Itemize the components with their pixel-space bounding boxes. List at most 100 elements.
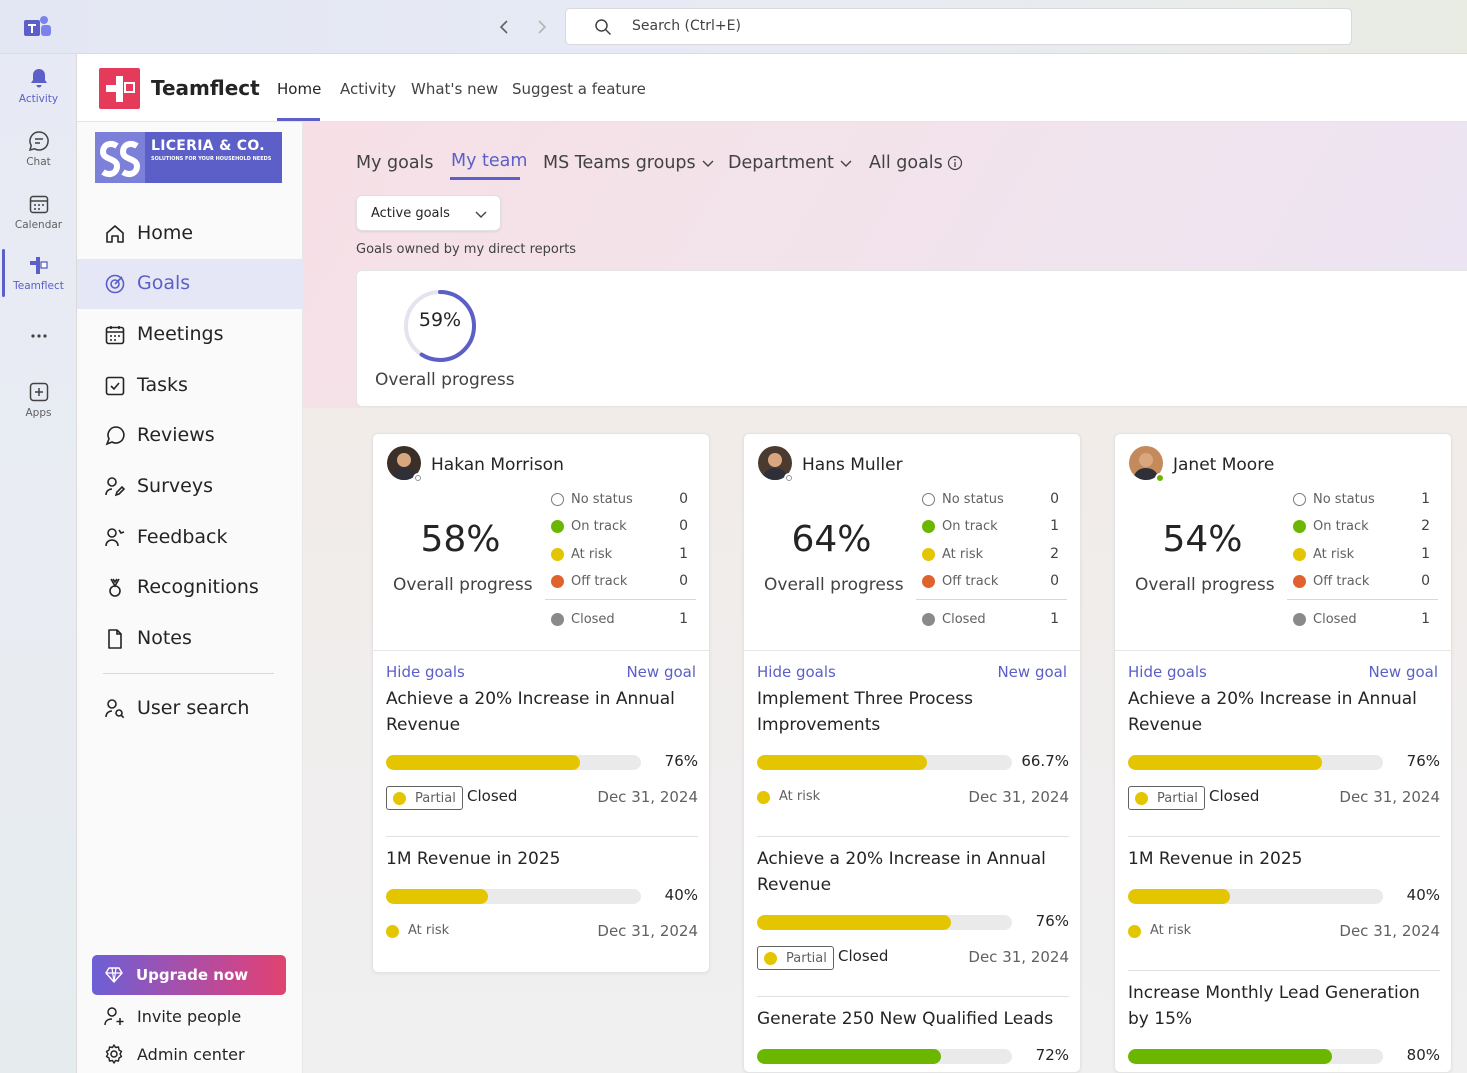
goal-item[interactable]: Achieve a 20% Increase in Annual Revenue…	[757, 846, 1069, 970]
comment-icon	[105, 426, 125, 446]
sidebar-item-home[interactable]: Home	[77, 209, 303, 259]
closed-label: Closed	[467, 787, 518, 805]
status-count: 1	[679, 611, 688, 627]
rail-item-teamflect[interactable]: Teamflect	[0, 245, 77, 305]
overall-progress-card: 59% Overall progress	[356, 270, 1467, 407]
goal-progress-value: 72%	[1035, 1046, 1069, 1064]
tab-whats-new[interactable]: What's new	[411, 80, 498, 98]
status-dot-icon	[764, 952, 777, 965]
presence-status-icon	[784, 473, 794, 483]
sidebar-item-notes[interactable]: Notes	[77, 614, 303, 664]
status-label: Closed	[571, 612, 615, 627]
sidebar-item-meetings[interactable]: Meetings	[77, 310, 303, 360]
tab-all-goals[interactable]: All goals	[869, 153, 963, 173]
status-count-row: Off track 0	[551, 572, 696, 592]
on-track-dot-icon	[922, 520, 935, 533]
goal-title[interactable]: Increase Monthly Lead Generation by 15%	[1128, 980, 1440, 1032]
goal-item[interactable]: Achieve a 20% Increase in Annual Revenue…	[1128, 686, 1440, 810]
status-label: On track	[571, 519, 627, 534]
person-card: Hakan Morrison 58% Overall progress No stat…	[372, 433, 710, 973]
goal-progress-value: 66.7%	[1021, 752, 1069, 770]
rail-item-apps[interactable]: Apps	[0, 372, 77, 432]
tab-home[interactable]: Home	[277, 80, 321, 98]
progress-bar-track	[757, 1049, 1012, 1064]
admin-center-label: Admin center	[137, 1045, 245, 1064]
tab-ms-teams-groups[interactable]: MS Teams groups	[543, 153, 716, 173]
upgrade-button[interactable]: Upgrade now	[92, 955, 286, 995]
sidebar-item-user-search[interactable]: User search	[77, 684, 303, 734]
goal-filter-dropdown[interactable]: Active goals	[356, 195, 501, 231]
sidebar-item-goals[interactable]: Goals	[77, 259, 303, 309]
back-arrow-icon[interactable]	[494, 16, 516, 38]
goal-progress: 66.7%	[757, 750, 1069, 770]
person-progress-value: 58%	[420, 519, 501, 560]
status-count-row: At risk 2	[922, 545, 1067, 565]
sidebar-item-feedback[interactable]: Feedback	[77, 513, 303, 563]
sidebar-item-tasks[interactable]: Tasks	[77, 361, 303, 411]
goal-title[interactable]: Achieve a 20% Increase in Annual Revenue	[757, 846, 1069, 898]
at-risk-dot-icon	[551, 548, 564, 561]
status-label: Off track	[1313, 574, 1370, 589]
status-count: 0	[1050, 573, 1059, 589]
goal-due-date: Dec 31, 2024	[597, 788, 698, 806]
tab-activity[interactable]: Activity	[340, 80, 396, 98]
tab-suggest-feature[interactable]: Suggest a feature	[512, 80, 646, 98]
status-badge-label: Partial	[786, 951, 827, 966]
new-goal-link[interactable]: New goal	[997, 663, 1067, 681]
status-dot-icon	[386, 925, 399, 938]
tab-department[interactable]: Department	[728, 153, 854, 173]
on-track-dot-icon	[1293, 520, 1306, 533]
sidebar-item-reviews[interactable]: Reviews	[77, 411, 303, 461]
person-name[interactable]: Janet Moore	[1173, 455, 1274, 475]
search-input[interactable]: Search (Ctrl+E)	[565, 8, 1352, 45]
sidebar-item-label: Feedback	[137, 526, 228, 548]
goal-progress-value: 40%	[664, 886, 698, 904]
rail-item-calendar[interactable]: Calendar	[0, 184, 77, 244]
teams-logo-icon[interactable]	[24, 14, 52, 40]
goal-title[interactable]: 1M Revenue in 2025	[1128, 846, 1440, 872]
person-card: Janet Moore 54% Overall progress No status 1…	[1114, 433, 1452, 1073]
goal-item[interactable]: Increase Monthly Lead Generation by 15% 8…	[1128, 980, 1440, 1072]
rail-item-chat[interactable]: Chat	[0, 121, 77, 181]
sidebar-item-surveys[interactable]: Surveys	[77, 462, 303, 512]
goal-item[interactable]: 1M Revenue in 2025 40% At risk Dec 31, 2024	[1128, 846, 1440, 944]
goal-item[interactable]: Achieve a 20% Increase in Annual Revenue…	[386, 686, 698, 810]
forward-arrow-icon[interactable]	[530, 16, 552, 38]
status-badge: Partial	[386, 786, 463, 810]
goal-item[interactable]: 1M Revenue in 2025 40% At risk Dec 31, 2024	[386, 846, 698, 944]
closed-dot-icon	[922, 613, 935, 626]
main-content: My goals My team MS Teams groups Departm…	[303, 122, 1467, 1073]
status-count-row: Off track 0	[922, 572, 1067, 592]
goal-status: At risk	[1150, 923, 1192, 938]
new-goal-link[interactable]: New goal	[626, 663, 696, 681]
goal-title[interactable]: Achieve a 20% Increase in Annual Revenue	[386, 686, 698, 738]
sidebar-item-recognitions[interactable]: Recognitions	[77, 563, 303, 613]
person-name[interactable]: Hakan Morrison	[431, 455, 564, 475]
progress-bar-track	[386, 755, 641, 770]
status-divider	[545, 599, 696, 600]
goal-item[interactable]: Generate 250 New Qualified Leads72%On tr…	[757, 1006, 1069, 1072]
goal-progress: 72%	[757, 1044, 1069, 1064]
person-name[interactable]: Hans Muller	[802, 455, 903, 475]
goal-title[interactable]: Achieve a 20% Increase in Annual Revenue	[1128, 686, 1440, 738]
person-progress-label: Overall progress	[393, 575, 533, 595]
goal-title[interactable]: Generate 250 New Qualified Leads	[757, 1006, 1069, 1032]
hide-goals-link[interactable]: Hide goals	[386, 663, 465, 681]
goal-item[interactable]: Implement Three Process Improvements 66.7…	[757, 686, 1069, 810]
hide-goals-link[interactable]: Hide goals	[757, 663, 836, 681]
diamond-icon	[105, 967, 123, 983]
rail-more[interactable]	[0, 316, 77, 356]
tab-my-team[interactable]: My team	[451, 151, 527, 171]
hide-goals-link[interactable]: Hide goals	[1128, 663, 1207, 681]
calendar-icon	[105, 326, 125, 345]
new-goal-link[interactable]: New goal	[1368, 663, 1438, 681]
rail-item-activity[interactable]: Activity	[0, 58, 77, 118]
medal-icon	[109, 578, 121, 597]
tab-my-goals[interactable]: My goals	[356, 153, 434, 173]
company-logo: LICERIA & CO. SOLUTIONS FOR YOUR HOUSEHO…	[95, 132, 282, 183]
goal-title[interactable]: 1M Revenue in 2025	[386, 846, 698, 872]
sidebar-item-label: Goals	[137, 272, 191, 294]
status-count: 1	[1421, 611, 1430, 627]
goal-title[interactable]: Implement Three Process Improvements	[757, 686, 1069, 738]
tab-label: All goals	[869, 153, 943, 173]
